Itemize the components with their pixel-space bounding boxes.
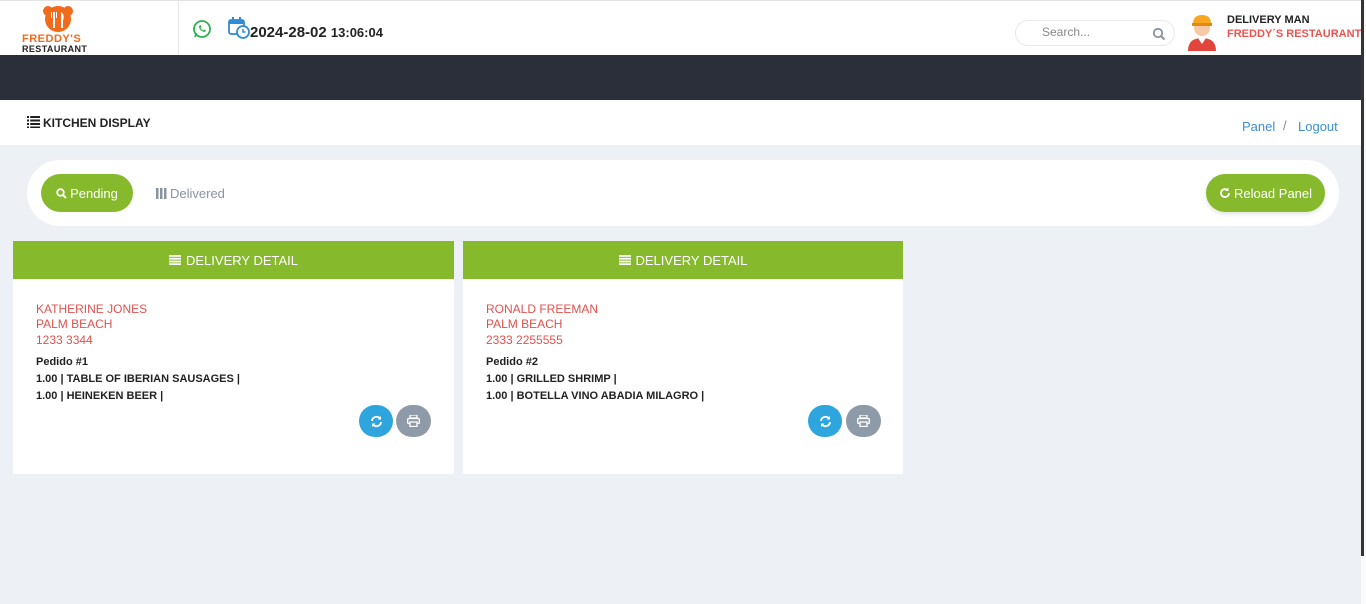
brand-logo[interactable]: FREDDY'S RESTAURANT — [0, 1, 179, 56]
delivery-man-avatar[interactable] — [1184, 11, 1220, 51]
kitchen-display-icon — [27, 116, 40, 128]
delivery-card: DELIVERY DETAIL KATHERINE JONES PALM BEA… — [13, 241, 454, 474]
reload-panel-label: Reload Panel — [1233, 185, 1313, 201]
current-date: 2024-28-02 — [250, 24, 327, 41]
whatsapp-icon[interactable] — [192, 19, 212, 39]
refresh-icon — [370, 415, 382, 427]
order-number: Pedido #1 — [36, 356, 88, 368]
breadcrumb-separator: / — [1283, 118, 1287, 133]
customer-name: KATHERINE JONES — [36, 302, 148, 316]
tab-pending[interactable]: Pending — [41, 174, 133, 212]
reload-icon — [1220, 187, 1230, 198]
restaurant-logo-icon — [43, 6, 73, 32]
order-item: 1.00 | GRILLED SHRIMP | — [486, 373, 617, 385]
print-order-button[interactable] — [846, 405, 881, 437]
list-icon — [618, 255, 631, 265]
calendar-clock-icon — [228, 17, 250, 39]
reload-panel-button[interactable]: Reload Panel — [1206, 174, 1325, 212]
search-input[interactable] — [1042, 25, 1142, 39]
page-scrollbar-thumb[interactable] — [1361, 0, 1364, 556]
page-title: KITCHEN DISPLAY — [43, 116, 151, 130]
search-box — [1015, 20, 1175, 46]
customer-name: RONALD FREEMAN — [486, 302, 599, 316]
delivery-card-header: DELIVERY DETAIL — [13, 241, 454, 279]
breadcrumb-panel-link[interactable]: Panel — [1242, 119, 1275, 134]
current-time: 13:06:04 — [330, 25, 383, 40]
user-company: FREDDY´S RESTAURANT — [1227, 28, 1362, 40]
order-item: 1.00 | BOTELLA VINO ABADIA MILAGRO | — [486, 390, 705, 402]
refresh-icon — [819, 415, 831, 427]
breadcrumb-logout-link[interactable]: Logout — [1298, 119, 1338, 134]
customer-phone: 1233 3344 — [36, 333, 93, 347]
delivery-card-title: DELIVERY DETAIL — [186, 252, 298, 268]
search-icon[interactable] — [1152, 27, 1166, 41]
page-title-bar — [0, 100, 1361, 145]
search-icon — [56, 187, 67, 199]
order-number: Pedido #2 — [486, 356, 538, 368]
columns-icon — [156, 188, 167, 199]
tab-pending-label: Pending — [70, 185, 118, 201]
delivery-card-title: DELIVERY DETAIL — [635, 252, 748, 268]
tab-delivered[interactable]: Delivered — [156, 186, 225, 201]
delivery-card: DELIVERY DETAIL RONALD FREEMAN PALM BEAC… — [463, 241, 903, 474]
order-item: 1.00 | HEINEKEN BEER | — [36, 390, 164, 402]
delivery-card-header: DELIVERY DETAIL — [463, 241, 903, 279]
refresh-order-button[interactable] — [808, 405, 842, 437]
current-datetime: 2024-28-02 13:06:04 — [250, 24, 383, 41]
order-item: 1.00 | TABLE OF IBERIAN SAUSAGES | — [36, 373, 240, 385]
tab-delivered-label: Delivered — [170, 186, 225, 201]
navigation-bar — [0, 55, 1361, 100]
print-order-button[interactable] — [396, 405, 431, 437]
customer-city: PALM BEACH — [486, 317, 563, 331]
refresh-order-button[interactable] — [359, 405, 393, 437]
print-icon — [407, 415, 420, 427]
user-role: DELIVERY MAN — [1227, 14, 1310, 26]
customer-city: PALM BEACH — [36, 317, 113, 331]
list-icon — [169, 255, 181, 265]
print-icon — [857, 415, 870, 427]
brand-subtitle: RESTAURANT — [22, 44, 88, 54]
customer-phone: 2333 2255555 — [486, 333, 563, 347]
